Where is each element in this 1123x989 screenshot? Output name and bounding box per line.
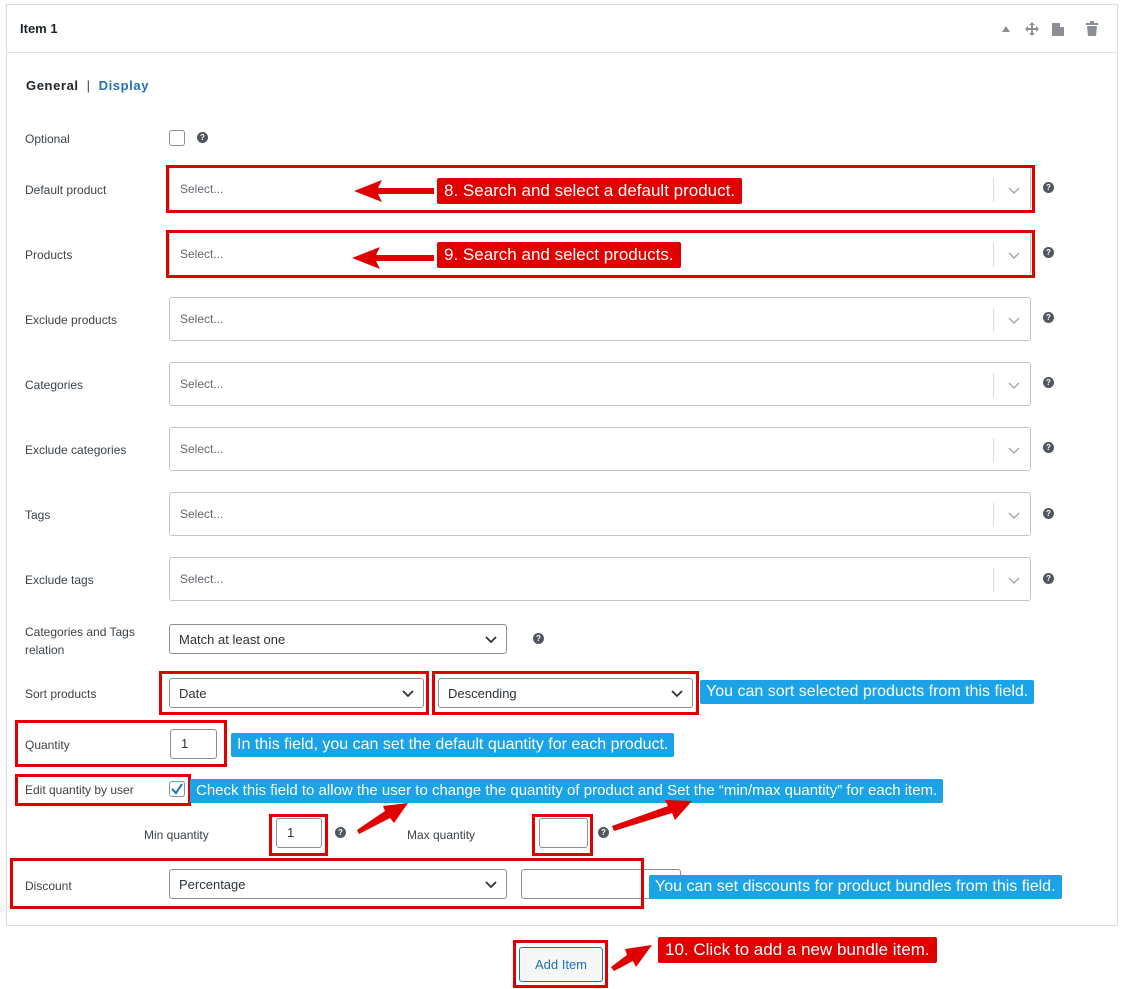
products-label: Products bbox=[25, 248, 73, 262]
annotation-box-sort-order bbox=[432, 671, 699, 715]
categories-select[interactable]: Select... bbox=[169, 362, 1031, 406]
exclude-tags-label: Exclude tags bbox=[25, 573, 94, 587]
callout-sort: You can sort selected products from this… bbox=[700, 680, 1035, 704]
annotation-box-min-quantity bbox=[269, 814, 328, 856]
default-product-help-icon[interactable]: ? bbox=[1043, 182, 1054, 193]
min-quantity-label: Min quantity bbox=[144, 828, 209, 842]
min-quantity-help-icon[interactable]: ? bbox=[335, 827, 346, 838]
annotation-box-sort-orderby bbox=[159, 671, 429, 715]
exclude-products-label: Exclude products bbox=[25, 313, 118, 327]
exclude-products-help-icon[interactable]: ? bbox=[1043, 312, 1054, 323]
panel-header: Item 1 bbox=[7, 5, 1117, 53]
products-help-icon[interactable]: ? bbox=[1043, 247, 1054, 258]
tags-help-icon[interactable]: ? bbox=[1043, 508, 1054, 519]
select-divider bbox=[993, 373, 994, 397]
annotation-box-max-quantity bbox=[532, 814, 593, 856]
relation-value: Match at least one bbox=[179, 632, 286, 647]
tab-display[interactable]: Display bbox=[99, 78, 149, 93]
annotation-box-discount bbox=[10, 858, 644, 909]
max-quantity-label: Max quantity bbox=[407, 828, 476, 842]
optional-help-icon[interactable]: ? bbox=[197, 132, 208, 143]
trash-icon[interactable] bbox=[1085, 19, 1099, 39]
callout-default-product: 8. Search and select a default product. bbox=[437, 178, 743, 204]
tags-placeholder: Select... bbox=[180, 507, 224, 521]
default-product-label: Default product bbox=[25, 183, 107, 197]
select-divider bbox=[993, 503, 994, 527]
move-icon[interactable] bbox=[1024, 19, 1040, 39]
optional-label: Optional bbox=[25, 132, 70, 146]
categories-help-icon[interactable]: ? bbox=[1043, 377, 1054, 388]
relation-label-line1: Categories and Tags bbox=[25, 625, 135, 639]
select-divider bbox=[993, 568, 994, 592]
sort-products-label: Sort products bbox=[25, 687, 97, 701]
chevron-down-icon bbox=[1008, 447, 1020, 455]
annotation-box-quantity bbox=[15, 720, 227, 767]
collapse-up-icon[interactable] bbox=[1001, 19, 1011, 39]
tab-separator: | bbox=[86, 78, 91, 93]
callout-edit-quantity: Check this field to allow the user to ch… bbox=[190, 779, 944, 803]
exclude-tags-select[interactable]: Select... bbox=[169, 557, 1031, 601]
chevron-down-icon bbox=[1008, 512, 1020, 520]
annotation-box-edit-quantity bbox=[15, 774, 191, 806]
chevron-down-icon bbox=[1008, 577, 1020, 585]
max-quantity-help-icon[interactable]: ? bbox=[598, 827, 609, 838]
exclude-tags-help-icon[interactable]: ? bbox=[1043, 573, 1054, 584]
select-divider bbox=[993, 308, 994, 332]
tabs-bar: General | Display bbox=[26, 78, 149, 93]
exclude-categories-select[interactable]: Select... bbox=[169, 427, 1031, 471]
arrow-add-item bbox=[611, 945, 652, 971]
relation-help-icon[interactable]: ? bbox=[533, 633, 544, 644]
copy-icon[interactable] bbox=[1050, 19, 1066, 39]
chevron-down-icon bbox=[1008, 382, 1020, 390]
annotation-box-add-item bbox=[513, 940, 608, 988]
chevron-down-icon bbox=[485, 636, 497, 644]
relation-select[interactable]: Match at least one bbox=[169, 624, 507, 654]
optional-checkbox[interactable] bbox=[169, 130, 185, 146]
panel-title: Item 1 bbox=[20, 21, 58, 36]
exclude-categories-help-icon[interactable]: ? bbox=[1043, 442, 1054, 453]
tab-general[interactable]: General bbox=[26, 78, 79, 93]
exclude-tags-placeholder: Select... bbox=[180, 572, 224, 586]
callout-products: 9. Search and select products. bbox=[437, 242, 681, 268]
callout-add-item: 10. Click to add a new bundle item. bbox=[658, 937, 937, 963]
exclude-categories-label: Exclude categories bbox=[25, 443, 127, 457]
categories-label: Categories bbox=[25, 378, 84, 392]
callout-quantity: In this field, you can set the default q… bbox=[231, 733, 675, 757]
tags-label: Tags bbox=[25, 508, 51, 522]
exclude-products-select[interactable]: Select... bbox=[169, 297, 1031, 341]
select-divider bbox=[993, 438, 994, 462]
tags-select[interactable]: Select... bbox=[169, 492, 1031, 536]
exclude-categories-placeholder: Select... bbox=[180, 442, 224, 456]
chevron-down-icon bbox=[1008, 317, 1020, 325]
exclude-products-placeholder: Select... bbox=[180, 312, 224, 326]
relation-label-line2: relation bbox=[25, 643, 65, 657]
categories-placeholder: Select... bbox=[180, 377, 224, 391]
callout-discount: You can set discounts for product bundle… bbox=[649, 875, 1062, 899]
